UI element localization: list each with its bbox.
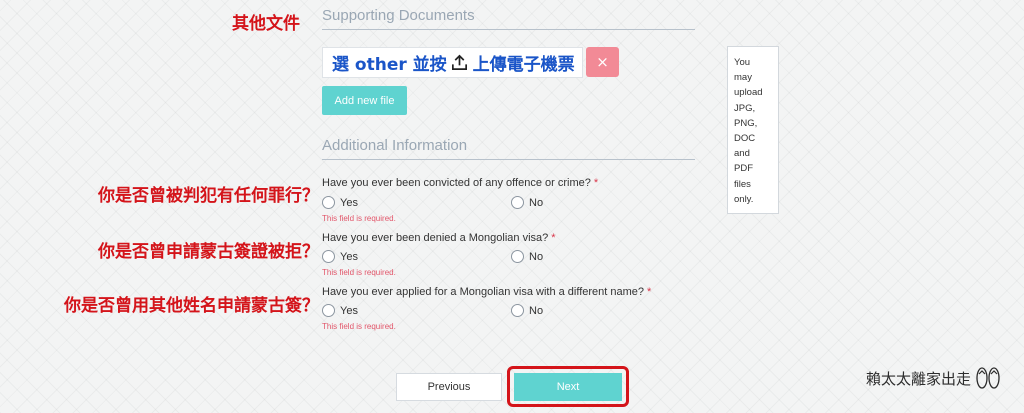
annotation-q3: 你是否曾用其他姓名申請蒙古簽？ — [64, 296, 319, 316]
visa-denied-radio-group: Yes No — [322, 250, 682, 266]
radio-label: No — [529, 304, 544, 317]
flip-flops-icon — [976, 367, 1000, 389]
radio-button[interactable] — [322, 250, 335, 263]
watermark-logo: 賴太太離家出走 — [866, 366, 1002, 390]
error-message: This field is required. — [322, 214, 396, 223]
different-name-yes-option[interactable]: Yes — [322, 304, 358, 317]
upload-icon — [450, 53, 469, 72]
question-different-name: Have you ever applied for a Mongolian vi… — [322, 286, 651, 298]
annotation-other-docs: 其他文件 — [232, 14, 300, 34]
radio-label: Yes — [340, 250, 358, 263]
conviction-yes-option[interactable]: Yes — [322, 196, 358, 209]
question-conviction: Have you ever been convicted of any offe… — [322, 177, 598, 189]
radio-label: No — [529, 250, 544, 263]
required-mark: * — [593, 177, 599, 189]
radio-button[interactable] — [511, 250, 524, 263]
radio-button[interactable] — [322, 196, 335, 209]
conviction-no-option[interactable]: No — [511, 196, 543, 209]
different-name-no-option[interactable]: No — [511, 304, 543, 317]
question-label: Have you ever been denied a Mongolian vi… — [322, 232, 549, 244]
document-upload-field[interactable]: 選 other 並按 上傳電子機票 — [322, 47, 583, 78]
required-mark: * — [647, 286, 652, 298]
question-label: Have you ever been convicted of any offe… — [322, 177, 591, 189]
different-name-radio-group: Yes No — [322, 304, 682, 320]
upload-instruction-suffix: 上傳電子機票 — [472, 55, 575, 75]
next-button[interactable]: Next — [514, 373, 622, 401]
conviction-radio-group: Yes No — [322, 196, 682, 212]
question-label: Have you ever applied for a Mongolian vi… — [322, 286, 645, 298]
close-icon: × — [596, 53, 609, 71]
visa-denied-no-option[interactable]: No — [511, 250, 543, 263]
additional-information-heading: Additional Information — [322, 137, 695, 160]
visa-denied-yes-option[interactable]: Yes — [322, 250, 358, 263]
radio-button[interactable] — [511, 304, 524, 317]
file-type-note: You may upload JPG, PNG, DOC and PDF fil… — [727, 46, 779, 214]
annotation-q2: 你是否曾申請蒙古簽證被拒？ — [98, 242, 319, 262]
radio-button[interactable] — [322, 304, 335, 317]
upload-instruction-prefix: 選 other 並按 — [332, 55, 447, 75]
remove-file-button[interactable]: × — [586, 47, 619, 77]
error-message: This field is required. — [322, 268, 396, 277]
radio-label: Yes — [340, 196, 358, 209]
radio-label: No — [529, 196, 544, 209]
radio-button[interactable] — [511, 196, 524, 209]
previous-button[interactable]: Previous — [396, 373, 502, 401]
radio-label: Yes — [340, 304, 358, 317]
add-new-file-button[interactable]: Add new file — [322, 86, 407, 115]
annotation-q1: 你是否曾被判犯有任何罪行？ — [98, 186, 319, 206]
error-message: This field is required. — [322, 322, 396, 331]
question-visa-denied: Have you ever been denied a Mongolian vi… — [322, 232, 556, 244]
watermark-text: 賴太太離家出走 — [866, 369, 972, 388]
supporting-documents-heading: Supporting Documents — [322, 7, 695, 30]
required-mark: * — [551, 232, 556, 244]
